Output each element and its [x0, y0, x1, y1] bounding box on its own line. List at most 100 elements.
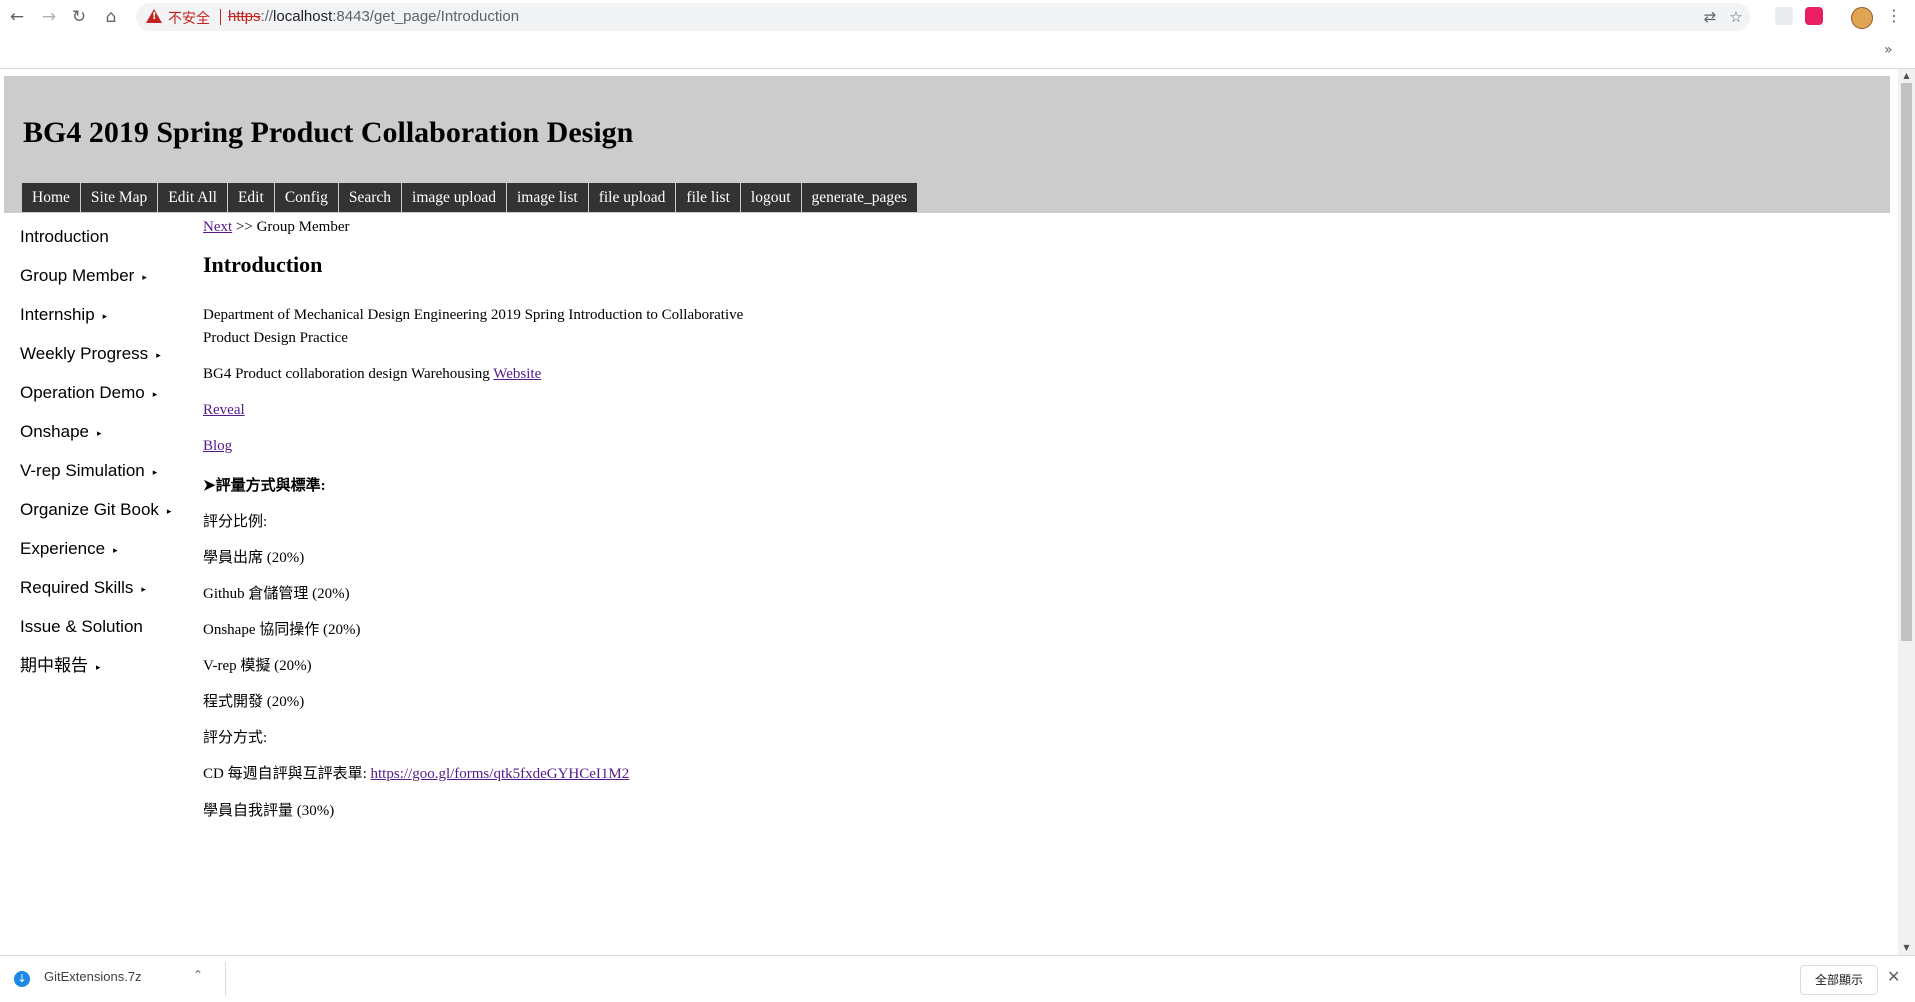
chevron-right-icon: ▸: [156, 349, 161, 360]
sidebar-item-label: Weekly Progress: [20, 344, 149, 363]
menu-image-upload[interactable]: image upload: [402, 183, 506, 212]
next-link[interactable]: Next: [203, 219, 232, 235]
scroll-up-icon[interactable]: ▲: [1898, 69, 1915, 83]
url-separator: ://: [260, 8, 274, 25]
reveal-link[interactable]: Reveal: [203, 402, 245, 418]
menu-file-list[interactable]: file list: [676, 183, 740, 212]
scroll-down-icon[interactable]: ▼: [1898, 941, 1915, 955]
download-filename[interactable]: GitExtensions.7z: [44, 969, 142, 984]
chevron-right-icon: ▸: [102, 310, 108, 321]
sidebar-item-label: Issue & Solution: [20, 617, 143, 636]
menu-site-map[interactable]: Site Map: [80, 183, 158, 212]
sidebar-item-required-skills[interactable]: Required Skills ▸: [20, 571, 200, 610]
browser-menu-icon[interactable]: ⋮: [1886, 5, 1902, 27]
chevron-right-icon: ▸: [113, 544, 118, 555]
sidebar-item-introduction[interactable]: Introduction: [20, 220, 200, 259]
grading-item-github: Github 倉儲管理 (20%): [203, 586, 350, 602]
method-label: 評分方式:: [203, 730, 268, 746]
sidebar-item-operation-demo[interactable]: Operation Demo ▸: [20, 376, 200, 415]
page-viewport: BG4 2019 Spring Product Collaboration De…: [0, 69, 1898, 955]
grading-item-programming: 程式開發 (20%): [203, 694, 305, 710]
sidebar-item-label: Organize Git Book: [20, 500, 159, 519]
sidebar-item-organize-git-book[interactable]: Organize Git Book ▸: [20, 493, 200, 532]
menu-search[interactable]: Search: [338, 183, 402, 212]
url-text[interactable]: https://localhost:8443/get_page/Introduc…: [228, 8, 519, 25]
form-text: CD 每週自評與互評表單:: [203, 766, 371, 782]
warehouse-text: BG4 Product collaboration design Warehou…: [203, 366, 494, 382]
extension-icon[interactable]: [1775, 7, 1793, 25]
download-file-icon: ↓: [14, 971, 30, 987]
self-eval-text: 學員自我評量 (30%): [203, 803, 335, 819]
download-divider: [225, 962, 226, 996]
grading-item-attendance: 學員出席 (20%): [203, 550, 305, 566]
sidebar-item-issue-solution[interactable]: Issue & Solution: [20, 610, 200, 649]
intro-text-line-2: Product Design Practice: [203, 330, 348, 346]
menu-image-list[interactable]: image list: [506, 183, 588, 212]
sidebar-item-label: Internship: [20, 305, 95, 324]
grading-item-vrep: V-rep 模擬 (20%): [203, 658, 312, 674]
profile-avatar-icon[interactable]: [1851, 7, 1873, 29]
bookmarks-bar: »: [0, 34, 1915, 69]
back-icon[interactable]: ←: [6, 6, 28, 28]
scrollbar-thumb[interactable]: [1901, 83, 1912, 641]
close-icon[interactable]: ✕: [1887, 967, 1900, 986]
url-host: localhost: [273, 8, 333, 25]
menu-edit[interactable]: Edit: [227, 183, 274, 212]
bookmark-star-icon[interactable]: ☆: [1726, 7, 1746, 27]
show-all-button[interactable]: 全部顯示: [1800, 965, 1879, 995]
menu-edit-all[interactable]: Edit All: [158, 183, 227, 212]
website-link[interactable]: Website: [493, 366, 541, 382]
sidebar-item-label: 期中報告: [20, 656, 88, 675]
sidebar-item-vrep-simulation[interactable]: V-rep Simulation ▸: [20, 454, 200, 493]
bookmarks-overflow-icon[interactable]: »: [1884, 42, 1893, 58]
sidebar-item-label: Introduction: [20, 227, 109, 246]
chevron-right-icon: ▸: [141, 583, 146, 594]
chevron-right-icon: ▸: [96, 661, 101, 672]
menu-config[interactable]: Config: [274, 183, 338, 212]
reveal-paragraph: Reveal: [203, 402, 245, 419]
site-title: BG4 2019 Spring Product Collaboration De…: [23, 116, 634, 149]
chevron-up-icon[interactable]: ⌃: [193, 968, 203, 982]
sidebar-item-experience[interactable]: Experience ▸: [20, 532, 200, 571]
translate-icon[interactable]: ⇄: [1700, 7, 1720, 27]
grading-item-onshape: Onshape 協同操作 (20%): [203, 622, 361, 638]
grading-heading: ➤評量方式與標準:: [203, 478, 326, 494]
sidebar-item-label: Group Member: [20, 266, 135, 285]
sidebar-item-label: Operation Demo: [20, 383, 145, 402]
sidebar-nav: Introduction Group Member ▸ Internship ▸ W…: [20, 220, 200, 688]
sidebar-item-onshape[interactable]: Onshape ▸: [20, 415, 200, 454]
security-label[interactable]: 不安全: [168, 8, 210, 28]
blog-link[interactable]: Blog: [203, 438, 232, 454]
warning-icon: !: [146, 9, 162, 23]
chevron-right-icon: ▸: [152, 466, 158, 477]
extension-brand-icon[interactable]: [1805, 7, 1823, 25]
warehouse-paragraph: BG4 Product collaboration design Warehou…: [203, 366, 541, 383]
sidebar-item-label: V-rep Simulation: [20, 461, 145, 480]
breadcrumb: Next >> Group Member: [203, 219, 349, 236]
sidebar-item-weekly-progress[interactable]: Weekly Progress ▸: [20, 337, 200, 376]
reload-icon[interactable]: ↻: [68, 6, 90, 28]
form-paragraph: CD 每週自評與互評表單: https://goo.gl/forms/qtk5f…: [203, 762, 629, 783]
download-shelf: ↓ GitExtensions.7z ⌃ 全部顯示 ✕: [0, 955, 1915, 1002]
site-header: BG4 2019 Spring Product Collaboration De…: [4, 76, 1890, 213]
chevron-right-icon: ▸: [142, 271, 147, 282]
form-link[interactable]: https://goo.gl/forms/qtk5fxdeGYHCeI1M2: [371, 766, 630, 782]
menu-generate-pages[interactable]: generate_pages: [801, 183, 918, 212]
ratio-label: 評分比例:: [203, 514, 268, 530]
address-bar[interactable]: ! 不安全 https://localhost:8443/get_page/In…: [136, 3, 1750, 31]
breadcrumb-next-title: >> Group Member: [232, 219, 350, 235]
page-scrollbar[interactable]: ▲ ▼: [1898, 69, 1915, 955]
home-icon[interactable]: ⌂: [100, 6, 122, 28]
chevron-right-icon: ▸: [152, 388, 158, 399]
menu-file-upload[interactable]: file upload: [588, 183, 676, 212]
sidebar-item-group-member[interactable]: Group Member ▸: [20, 259, 200, 298]
sidebar-item-internship[interactable]: Internship ▸: [20, 298, 200, 337]
menu-home[interactable]: Home: [22, 183, 80, 212]
browser-toolbar: ← → ↻ ⌂ ! 不安全 https://localhost:8443/get…: [0, 0, 1915, 34]
sidebar-item-label: Experience: [20, 539, 106, 558]
page-title: Introduction: [203, 252, 323, 277]
menu-logout[interactable]: logout: [740, 183, 801, 212]
sidebar-item-midterm-report[interactable]: 期中報告 ▸: [20, 649, 200, 688]
url-path: :8443/get_page/Introduction: [332, 8, 520, 25]
forward-icon[interactable]: →: [38, 6, 60, 28]
